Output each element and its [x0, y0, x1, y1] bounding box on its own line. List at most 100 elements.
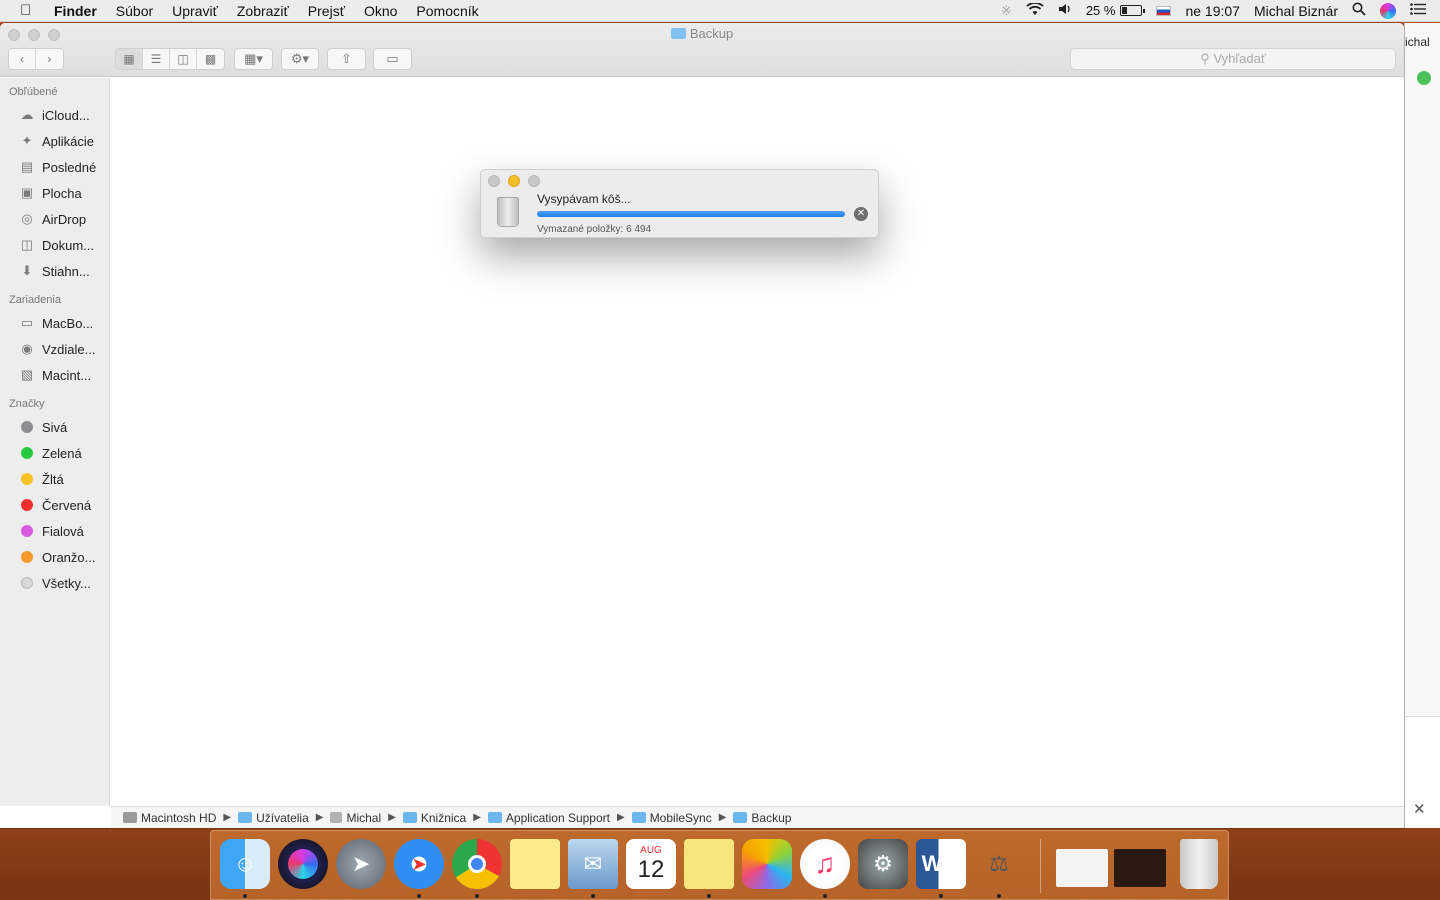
close-icon[interactable]: ✕ [1413, 800, 1426, 818]
clock[interactable]: ne 19:07 [1185, 3, 1240, 19]
volume-icon[interactable] [1058, 3, 1072, 18]
sidebar-tag-gray[interactable]: Sivá [0, 414, 109, 440]
spotlight-search-icon[interactable] [1352, 2, 1366, 19]
sidebar-tag-purple[interactable]: Fialová [0, 518, 109, 544]
dialog-minimize-button[interactable] [508, 175, 520, 187]
path-label: Macintosh HD [141, 810, 217, 825]
sidebar-item-label: Fialová [42, 523, 84, 539]
sidebar-item-label: iCloud... [42, 107, 90, 123]
running-indicator [417, 894, 421, 898]
menu-window[interactable]: Okno [364, 3, 397, 19]
path-label: MobileSync [649, 810, 712, 825]
list-view-button[interactable]: ☰ [143, 49, 170, 69]
stickies-icon[interactable] [684, 839, 734, 889]
path-backup[interactable]: Backup [733, 811, 791, 825]
menu-help[interactable]: Pomocník [416, 3, 478, 19]
back-button[interactable]: ‹ [9, 49, 36, 69]
mail-icon[interactable]: ✉ [568, 839, 618, 889]
group-by-button[interactable]: ▦▾ [234, 48, 273, 70]
sidebar-item-downloads[interactable]: ⬇ Stiahn... [0, 258, 109, 284]
system-information-icon[interactable]: ⚖ [974, 839, 1024, 889]
finder-icon[interactable]: ☺ [220, 839, 270, 889]
dialog-zoom-button[interactable] [528, 175, 540, 187]
chrome-icon[interactable] [452, 839, 502, 889]
search-field[interactable]: ⚲ Vyhľadať [1070, 48, 1396, 70]
icon-view-button[interactable]: ▦ [116, 49, 143, 69]
battery-icon [1120, 5, 1146, 16]
empty-trash-progress-dialog: Vysypávam kôš... Vymazané položky: 6 494… [480, 169, 879, 238]
dialog-close-button[interactable] [488, 175, 500, 187]
share-button[interactable]: ⇧ [327, 48, 366, 70]
sidebar-item-airdrop[interactable]: ◎ AirDrop [0, 206, 109, 232]
battery-status[interactable]: 25 % [1086, 3, 1146, 18]
sidebar-tag-yellow[interactable]: Žltá [0, 466, 109, 492]
sidebar-item-label: Vzdiale... [42, 341, 96, 357]
menu-go[interactable]: Prejsť [308, 3, 345, 19]
path-mobilesync[interactable]: MobileSync [631, 810, 712, 825]
calendar-icon[interactable]: AUG 12 [626, 839, 676, 889]
sidebar-tag-red[interactable]: Červená [0, 492, 109, 518]
running-indicator [997, 894, 1001, 898]
sidebar-tag-all[interactable]: Všetky... [0, 570, 109, 596]
menu-edit[interactable]: Upraviť [172, 3, 218, 19]
notification-center-icon[interactable] [1410, 3, 1426, 18]
sidebar-item-label: Žltá [42, 471, 64, 487]
sidebar-item-label: MacBo... [42, 315, 94, 331]
dialog-status: Vymazané položky: 6 494 [537, 224, 652, 235]
tags-button[interactable]: ▭ [373, 48, 412, 70]
sidebar: Obľúbené ☁ iCloud... ✦ Aplikácie ▤ Posledné… [0, 78, 110, 806]
sidebar-item-macintosh-hd[interactable]: ▧ Macint... [0, 362, 109, 388]
path-application-support[interactable]: Application Support [487, 811, 610, 825]
itunes-icon[interactable]: ♫ [800, 839, 850, 889]
back-forward-buttons: ‹ › [8, 48, 64, 70]
apple-menu-icon[interactable]:  [20, 2, 40, 19]
sidebar-item-applications[interactable]: ✦ Aplikácie [0, 128, 109, 154]
word-icon[interactable]: W [916, 839, 966, 889]
user-name[interactable]: Michal Biznár [1254, 3, 1338, 19]
menu-finder[interactable]: Finder [54, 3, 97, 19]
tag-color-dot [21, 551, 33, 563]
minimized-video-icon[interactable] [1114, 849, 1166, 887]
sidebar-item-desktop[interactable]: ▣ Plocha [0, 180, 109, 206]
sidebar-item-label: Posledné [42, 159, 97, 175]
minimized-window-icon[interactable] [1056, 849, 1108, 887]
sidebar-item-remote-disc[interactable]: ◉ Vzdiale... [0, 336, 109, 362]
sidebar-tag-orange[interactable]: Oranžo... [0, 544, 109, 570]
dialog-title: Vysypávam kôš... [537, 192, 631, 206]
column-view-button[interactable]: ◫ [170, 49, 197, 69]
menu-file[interactable]: Súbor [116, 3, 153, 19]
menu-view[interactable]: Zobraziť [237, 3, 289, 19]
path-home[interactable]: Michal [330, 811, 381, 825]
wifi-icon[interactable] [1026, 1, 1044, 19]
running-indicator [939, 894, 943, 898]
action-gear-button[interactable]: ⚙▾ [281, 48, 319, 70]
safari-icon[interactable]: ➤ [394, 839, 444, 889]
search-icon: ⚲ [1200, 51, 1210, 66]
running-indicator [475, 894, 479, 898]
sidebar-tag-green[interactable]: Zelená [0, 440, 109, 466]
forward-button[interactable]: › [36, 49, 63, 69]
path-macintosh-hd[interactable]: Macintosh HD [123, 811, 216, 825]
siri-icon[interactable] [1380, 2, 1396, 19]
path-library[interactable]: Knižnica [402, 811, 466, 825]
system-preferences-icon[interactable]: ⚙ [858, 839, 908, 889]
hard-drive-icon [123, 812, 137, 823]
trash-icon[interactable] [1180, 839, 1218, 889]
sidebar-item-recents[interactable]: ▤ Posledné [0, 154, 109, 180]
photos-icon[interactable] [742, 839, 792, 889]
bluetooth-icon[interactable]: ※ [1001, 3, 1012, 19]
sidebar-item-documents[interactable]: ◫ Dokum... [0, 232, 109, 258]
siri-icon[interactable] [278, 839, 328, 889]
folder-icon [733, 812, 748, 823]
notes-icon[interactable] [510, 839, 560, 889]
background-window[interactable]: ichal ✕ [1404, 23, 1440, 828]
stop-button[interactable]: ✕ [854, 207, 868, 221]
laptop-icon: ▭ [20, 315, 34, 330]
path-users[interactable]: Užívatelia [238, 811, 309, 825]
launchpad-icon[interactable]: ➤ [336, 839, 386, 889]
path-label: Michal [346, 810, 382, 825]
input-source-flag-icon[interactable] [1156, 5, 1172, 16]
sidebar-item-icloud[interactable]: ☁ iCloud... [0, 102, 109, 128]
gallery-view-button[interactable]: ▩ [197, 49, 224, 69]
sidebar-item-macbook[interactable]: ▭ MacBo... [0, 310, 109, 336]
